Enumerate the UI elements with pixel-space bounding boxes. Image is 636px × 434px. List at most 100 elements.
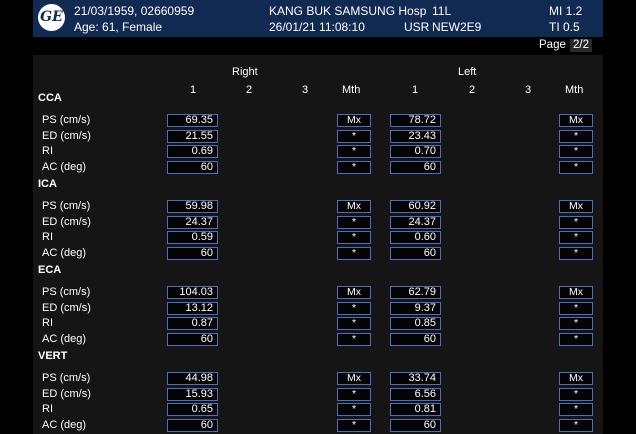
exam-datetime: 26/01/21 11:08:10 xyxy=(269,20,365,34)
right-mth-header: Mth xyxy=(342,84,361,96)
eca-left-ed-method[interactable]: * xyxy=(559,301,593,315)
ica-right-ps-value[interactable]: 59.98 xyxy=(167,200,218,213)
vert-right-ri-value[interactable]: 0.65 xyxy=(167,403,218,416)
eca-ps-label: PS (cm/s) xyxy=(42,286,91,298)
ica-right-ed-value[interactable]: 24.37 xyxy=(167,215,218,229)
ica-right-ac-value[interactable]: 60 xyxy=(167,246,218,260)
eca-left-ri-method[interactable]: * xyxy=(559,317,593,330)
vert-ps-label: PS (cm/s) xyxy=(42,372,91,384)
cca-right-ed-value[interactable]: 21.55 xyxy=(167,129,218,143)
eca-left-ac-value[interactable]: 60 xyxy=(390,332,441,346)
cca-right-ps-value[interactable]: 69.35 xyxy=(167,114,218,127)
cca-ps-label: PS (cm/s) xyxy=(42,114,91,126)
section-eca-title: ECA xyxy=(38,264,62,276)
patient-header: GE 21/03/1959, 02660959 Age: 61, Female … xyxy=(33,0,603,37)
cca-left-ri-method[interactable]: * xyxy=(559,145,593,158)
ica-left-ps-method[interactable]: Mx xyxy=(559,200,593,213)
eca-left-ed-value[interactable]: 9.37 xyxy=(390,301,441,315)
ica-left-ed-value[interactable]: 24.37 xyxy=(390,215,441,229)
ica-left-ps-value[interactable]: 60.92 xyxy=(390,200,441,213)
vert-right-ed-method[interactable]: * xyxy=(337,387,371,401)
eca-right-ac-value[interactable]: 60 xyxy=(167,332,218,346)
eca-right-ri-method[interactable]: * xyxy=(337,317,371,330)
ica-left-ac-method[interactable]: * xyxy=(559,246,593,260)
eca-left-ac-method[interactable]: * xyxy=(559,332,593,346)
cca-ac-label: AC (deg) xyxy=(42,160,87,173)
ica-right-ri-method[interactable]: * xyxy=(337,231,371,244)
ica-right-ri-value[interactable]: 0.59 xyxy=(167,231,218,244)
ica-right-ps-method[interactable]: Mx xyxy=(337,200,371,213)
right-col-2-header: 2 xyxy=(246,84,253,96)
cca-right-ac-value[interactable]: 60 xyxy=(167,160,218,174)
vert-right-ps-method[interactable]: Mx xyxy=(337,372,371,385)
hospital-name: KANG BUK SAMSUNG Hosp xyxy=(269,4,427,18)
page-label: Page xyxy=(539,39,566,51)
eca-right-ri-value[interactable]: 0.87 xyxy=(167,317,218,330)
right-side-title: Right xyxy=(232,66,258,78)
eca-left-ps-value[interactable]: 62.79 xyxy=(390,286,441,299)
page-indicator[interactable]: 2/2 xyxy=(570,39,592,52)
cca-ri-label: RI xyxy=(42,145,53,157)
vert-ed-label: ED (cm/s) xyxy=(42,387,91,400)
cca-left-ed-method[interactable]: * xyxy=(559,129,593,143)
eca-right-ed-value[interactable]: 13.12 xyxy=(167,301,218,315)
vert-left-ac-value[interactable]: 60 xyxy=(390,418,441,432)
cca-right-ri-value[interactable]: 0.69 xyxy=(167,145,218,158)
vert-left-ed-value[interactable]: 6.56 xyxy=(390,387,441,401)
cca-left-ed-value[interactable]: 23.43 xyxy=(390,129,441,143)
eca-left-ps-method[interactable]: Mx xyxy=(559,286,593,299)
vert-right-ac-method[interactable]: * xyxy=(337,418,371,432)
ica-ed-label: ED (cm/s) xyxy=(42,215,91,228)
ge-logo-icon: GE xyxy=(38,4,65,31)
patient-age-sex: Age: 61, Female xyxy=(74,20,163,34)
cca-right-ps-method[interactable]: Mx xyxy=(337,114,371,127)
user-label: USR xyxy=(404,20,430,34)
vert-right-ed-value[interactable]: 15.93 xyxy=(167,387,218,401)
ica-left-ri-method[interactable]: * xyxy=(559,231,593,244)
cca-right-ac-method[interactable]: * xyxy=(337,160,371,174)
ica-right-ac-method[interactable]: * xyxy=(337,246,371,260)
eca-left-ri-value[interactable]: 0.85 xyxy=(390,317,441,330)
preset-name: NEW2E9 xyxy=(432,20,482,34)
left-mth-header: Mth xyxy=(565,84,584,96)
ica-ac-label: AC (deg) xyxy=(42,246,87,259)
eca-ed-label: ED (cm/s) xyxy=(42,301,91,314)
vert-ac-label: AC (deg) xyxy=(42,418,87,431)
vert-right-ri-method[interactable]: * xyxy=(337,403,371,416)
ica-left-ac-value[interactable]: 60 xyxy=(390,246,441,260)
patient-dob-id: 21/03/1959, 02660959 xyxy=(74,4,195,18)
vert-left-ri-value[interactable]: 0.81 xyxy=(390,403,441,416)
cca-left-ps-value[interactable]: 78.72 xyxy=(390,114,441,127)
right-col-1-header: 1 xyxy=(190,84,197,96)
vert-right-ps-value[interactable]: 44.98 xyxy=(167,372,218,385)
left-col-3-header: 3 xyxy=(525,84,532,96)
cca-left-ps-method[interactable]: Mx xyxy=(559,114,593,127)
ica-left-ri-value[interactable]: 0.60 xyxy=(390,231,441,244)
cca-left-ri-value[interactable]: 0.70 xyxy=(390,145,441,158)
section-ica-title: ICA xyxy=(38,178,57,190)
cca-right-ri-method[interactable]: * xyxy=(337,145,371,158)
eca-ri-label: RI xyxy=(42,317,53,329)
vert-left-ps-method[interactable]: Mx xyxy=(559,372,593,385)
vert-right-ac-value[interactable]: 60 xyxy=(167,418,218,432)
ica-ps-label: PS (cm/s) xyxy=(42,200,91,212)
ica-right-ed-method[interactable]: * xyxy=(337,215,371,229)
vert-left-ed-method[interactable]: * xyxy=(559,387,593,401)
eca-right-ac-method[interactable]: * xyxy=(337,332,371,346)
eca-right-ps-method[interactable]: Mx xyxy=(337,286,371,299)
vert-left-ac-method[interactable]: * xyxy=(559,418,593,432)
left-col-2-header: 2 xyxy=(469,84,476,96)
eca-right-ed-method[interactable]: * xyxy=(337,301,371,315)
vert-ri-label: RI xyxy=(42,403,53,415)
section-vert-title: VERT xyxy=(38,350,68,362)
measurement-panel xyxy=(33,55,603,434)
vert-left-ri-method[interactable]: * xyxy=(559,403,593,416)
eca-right-ps-value[interactable]: 104.03 xyxy=(167,286,218,299)
cca-right-ed-method[interactable]: * xyxy=(337,129,371,143)
mechanical-index: MI 1.2 xyxy=(549,4,583,18)
vert-left-ps-value[interactable]: 33.74 xyxy=(390,372,441,385)
ica-left-ed-method[interactable]: * xyxy=(559,215,593,229)
cca-left-ac-method[interactable]: * xyxy=(559,160,593,174)
section-cca-title: CCA xyxy=(38,92,62,104)
cca-left-ac-value[interactable]: 60 xyxy=(390,160,441,174)
